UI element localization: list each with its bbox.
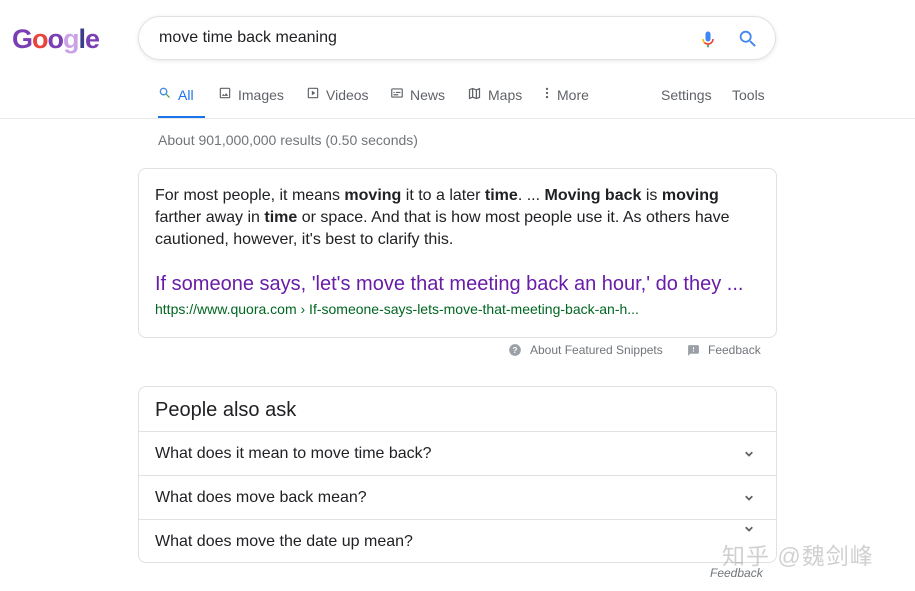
snippet-bold-term: moving [661, 187, 719, 204]
more-vert-icon [545, 87, 549, 99]
search-input[interactable] [159, 17, 679, 59]
paa-question-text: What does move the date up mean? [155, 533, 413, 550]
feedback-label: Feedback [708, 343, 761, 357]
logo-letter: o [47, 24, 64, 54]
paa-question[interactable]: What does move the date up mean? [139, 519, 776, 562]
snippet-link-title[interactable]: If someone says, 'let's move that meetin… [155, 271, 743, 297]
logo-letter: e [85, 24, 100, 54]
paa-question-text: What does move back mean? [155, 489, 367, 506]
snippet-text: For most people, it means moving it to a… [155, 185, 745, 251]
svg-text:?: ? [513, 346, 518, 355]
tab-label: News [410, 87, 446, 103]
google-logo[interactable]: Google [12, 20, 100, 58]
paa-question-text: What does it mean to move time back? [155, 445, 432, 462]
search-tabs: All Images Videos News Maps More Setting… [148, 82, 788, 119]
snippet-bold-term: moving [344, 187, 402, 204]
tab-news[interactable]: News [390, 82, 445, 118]
logo-letter: G [12, 24, 33, 54]
header-divider [0, 118, 915, 119]
map-icon [468, 87, 481, 100]
logo-text: Google [12, 20, 100, 58]
paa-question[interactable]: What does it mean to move time back? [139, 431, 776, 476]
snippet-bold-term: Moving back [544, 187, 642, 204]
snippet-text-segment: For most people, it means [155, 187, 345, 204]
tab-label: Maps [488, 87, 523, 103]
image-icon [219, 87, 231, 99]
tab-label: Images [238, 87, 284, 103]
tools-label: Tools [732, 87, 765, 103]
video-icon [307, 87, 319, 99]
tab-videos[interactable]: Videos [306, 82, 369, 118]
chevron-down-icon [745, 495, 753, 501]
settings-button[interactable]: Settings [661, 82, 712, 118]
featured-snippet-card: For most people, it means moving it to a… [138, 168, 777, 338]
chevron-down-icon [745, 526, 753, 532]
snippet-text-segment: . ... [517, 187, 545, 204]
settings-label: Settings [661, 87, 712, 103]
tab-images[interactable]: Images [218, 82, 284, 118]
snippet-bold-term: time [484, 187, 518, 204]
snippet-text-segment: is [641, 187, 662, 204]
search-icon[interactable] [737, 28, 759, 50]
snippet-text-segment: it to a later [401, 187, 485, 204]
microphone-icon[interactable] [698, 28, 718, 50]
feedback-link[interactable]: Feedback [687, 340, 761, 360]
chevron-down-icon [745, 451, 753, 457]
search-icon [159, 87, 170, 98]
snippet-bold-term: time [264, 209, 298, 226]
logo-letter: g [63, 24, 79, 54]
about-label: About Featured Snippets [530, 343, 663, 357]
tab-label: All [178, 87, 194, 103]
paa-question[interactable]: What does move back mean? [139, 475, 776, 520]
people-also-ask: People also ask What does it mean to mov… [138, 386, 777, 563]
help-circle-icon: ? [509, 344, 521, 356]
snippet-url[interactable]: https://www.quora.com › If-someone-says-… [155, 300, 639, 318]
watermark: 知乎 @魏剑峰 [722, 543, 874, 569]
tab-label: More [557, 87, 589, 103]
about-featured-snippets-link[interactable]: ? About Featured Snippets [508, 340, 663, 360]
paa-title: People also ask [155, 399, 297, 421]
result-stats: About 901,000,000 results (0.50 seconds) [158, 132, 418, 148]
feedback-icon [688, 344, 699, 356]
search-bar [138, 16, 776, 60]
tab-all[interactable]: All [158, 82, 204, 119]
snippet-text-segment: farther away in [155, 209, 265, 226]
tab-maps[interactable]: Maps [467, 82, 522, 118]
logo-letter: o [32, 24, 48, 54]
news-icon [391, 88, 403, 98]
tab-more[interactable]: More [543, 82, 589, 118]
tools-button[interactable]: Tools [732, 82, 765, 118]
tab-label: Videos [326, 87, 369, 103]
